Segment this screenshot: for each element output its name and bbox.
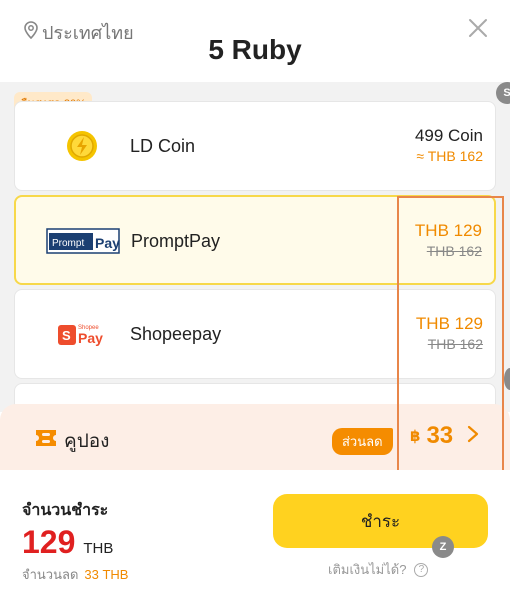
promptpay-logo: Prompt Pay <box>38 219 128 263</box>
payment-option-shopeepay[interactable]: S Shopee Pay Shopeepay THB 129 THB 162 <box>14 289 496 379</box>
coupon-label: คูปอง <box>64 431 110 452</box>
payment-option-original-price: THB 162 <box>426 243 482 259</box>
coupon-amount: 33 <box>426 422 454 449</box>
ld-coin-logo <box>37 124 127 168</box>
page-title: 5 Ruby <box>208 34 302 65</box>
payment-option-price: THB 129 <box>414 221 482 240</box>
baht-symbol: ฿ <box>410 428 421 445</box>
shopeepay-logo: S Shopee Pay <box>37 312 127 356</box>
svg-text:Prompt: Prompt <box>52 238 84 249</box>
floating-badge-edge[interactable] <box>504 368 510 390</box>
payment-option-promptpay[interactable]: Prompt Pay PromptPay THB 129 THB 162 <box>14 195 496 285</box>
payment-option-approx-price: ≈ THB 162 <box>416 148 483 164</box>
question-icon: ? <box>414 562 429 577</box>
discount-value: 33 THB <box>84 567 129 582</box>
discount-label: จำนวนลด <box>22 567 79 582</box>
discount-badge: ส่วนลด <box>332 428 393 455</box>
payment-option-name: LD Coin <box>130 136 196 156</box>
payment-option-price: 499 Coin <box>414 126 483 145</box>
svg-text:S: S <box>62 328 71 343</box>
total-amount: 129 <box>22 524 76 560</box>
payment-option-original-price: THB 162 <box>427 336 483 352</box>
payment-option-price: THB 129 <box>415 314 483 333</box>
svg-text:Pay: Pay <box>95 235 120 251</box>
payment-option-name: Shopeepay <box>130 324 222 344</box>
payment-option-ld-coin[interactable]: LD Coin 499 Coin ≈ THB 162 <box>14 101 496 191</box>
footer: จำนวนชำระ 129 THB จำนวนลด 33 THB ชำระ เติ… <box>0 470 510 597</box>
chevron-right-icon <box>467 425 479 448</box>
header: ประเทศไทย 5 Ruby <box>0 0 510 82</box>
total-currency: THB <box>83 540 114 557</box>
help-text: เติมเงินไม่ได้? <box>328 562 407 577</box>
payment-option-name: PromptPay <box>131 231 221 251</box>
svg-text:Pay: Pay <box>78 330 103 346</box>
coupon-ticket-icon <box>34 428 58 453</box>
close-icon[interactable] <box>466 16 490 40</box>
discount-line: จำนวนลด 33 THB <box>22 564 128 585</box>
pay-amount-label: จำนวนชำระ <box>22 502 109 519</box>
pay-button[interactable]: ชำระ <box>273 494 488 548</box>
floating-badge-z[interactable]: Z <box>432 536 454 558</box>
topup-help-link[interactable]: เติมเงินไม่ได้? ? <box>328 559 429 580</box>
coupon-row[interactable]: คูปอง ส่วนลด ฿ 33 <box>0 404 510 470</box>
payment-method-list[interactable]: คืนสูงสุด 20% LD Coin 499 Coin ≈ THB 162… <box>0 82 510 412</box>
